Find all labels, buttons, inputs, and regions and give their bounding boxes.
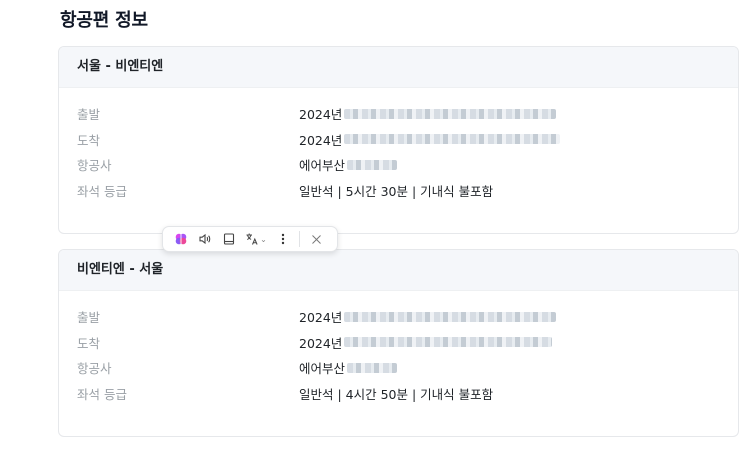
departure-year: 2024년 — [299, 107, 343, 123]
seat-class-value: 일반석 | 5시간 30분 | 기내식 불포함 — [299, 183, 494, 199]
departure-label: 출발 — [77, 107, 101, 123]
arrival-row: 도착 2024년 — [59, 127, 738, 153]
departure-row: 출발 2024년 — [59, 304, 738, 330]
speaker-icon — [198, 232, 212, 246]
section-title: 항공편 정보 — [60, 10, 148, 31]
flight-route-title: 비엔티엔 - 서울 — [59, 250, 738, 291]
airline-name: 에어부산 — [299, 361, 346, 377]
departure-value: 2024년 — [299, 307, 557, 326]
close-icon — [311, 234, 322, 245]
translate-icon — [245, 232, 259, 246]
chevron-down-icon: ⌄ — [260, 234, 267, 244]
dictionary-button[interactable] — [217, 228, 241, 250]
airline-value: 에어부산 — [299, 358, 398, 377]
airline-value: 에어부산 — [299, 155, 398, 174]
seat-class-value: 일반석 | 4시간 50분 | 기내식 불포함 — [299, 386, 494, 402]
read-aloud-button[interactable] — [193, 228, 217, 250]
departure-row: 출발 2024년 — [59, 101, 738, 127]
more-options-button[interactable] — [271, 228, 295, 250]
departure-value: 2024년 — [299, 104, 557, 123]
redacted-arrival-details — [344, 337, 553, 348]
departure-year: 2024년 — [299, 310, 343, 326]
arrival-value: 2024년 — [299, 333, 553, 352]
flight-info-page: 항공편 정보 서울 - 비엔티엔 출발 2024년 도착 2024년 항공사 에… — [0, 0, 751, 452]
redacted-departure-details — [344, 108, 557, 119]
redacted-departure-details — [344, 311, 557, 322]
departure-label: 출발 — [77, 310, 101, 326]
arrival-label: 도착 — [77, 335, 101, 351]
flight-card-outbound: 서울 - 비엔티엔 출발 2024년 도착 2024년 항공사 에어부산 좌석 … — [58, 46, 739, 234]
ai-assistant-button[interactable] — [169, 228, 193, 250]
seat-class-label: 좌석 등급 — [77, 183, 127, 199]
redacted-arrival-details — [344, 134, 561, 145]
toolbar-divider — [299, 231, 300, 247]
floating-toolbar: ⌄ — [162, 226, 338, 252]
seat-class-label: 좌석 등급 — [77, 386, 127, 402]
airline-label: 항공사 — [77, 158, 112, 174]
flight-route-title: 서울 - 비엔티엔 — [59, 47, 738, 88]
arrival-row: 도착 2024년 — [59, 330, 738, 356]
brain-icon — [174, 232, 188, 246]
flight-card-return: 비엔티엔 - 서울 출발 2024년 도착 2024년 항공사 에어부산 좌석 … — [58, 249, 739, 437]
seat-class-row: 좌석 등급 일반석 | 5시간 30분 | 기내식 불포함 — [59, 178, 738, 204]
arrival-year: 2024년 — [299, 335, 343, 351]
redacted-flight-number — [347, 159, 398, 170]
arrival-year: 2024년 — [299, 132, 343, 148]
translate-button[interactable]: ⌄ — [241, 228, 271, 250]
airline-row: 항공사 에어부산 — [59, 152, 738, 178]
redacted-flight-number — [347, 362, 398, 373]
airline-row: 항공사 에어부산 — [59, 355, 738, 381]
airline-name: 에어부산 — [299, 158, 346, 174]
book-icon — [222, 232, 236, 246]
more-icon — [281, 232, 285, 246]
arrival-label: 도착 — [77, 132, 101, 148]
arrival-value: 2024년 — [299, 130, 561, 149]
seat-class-row: 좌석 등급 일반석 | 4시간 50분 | 기내식 불포함 — [59, 381, 738, 407]
close-toolbar-button[interactable] — [304, 228, 328, 250]
airline-label: 항공사 — [77, 361, 112, 377]
